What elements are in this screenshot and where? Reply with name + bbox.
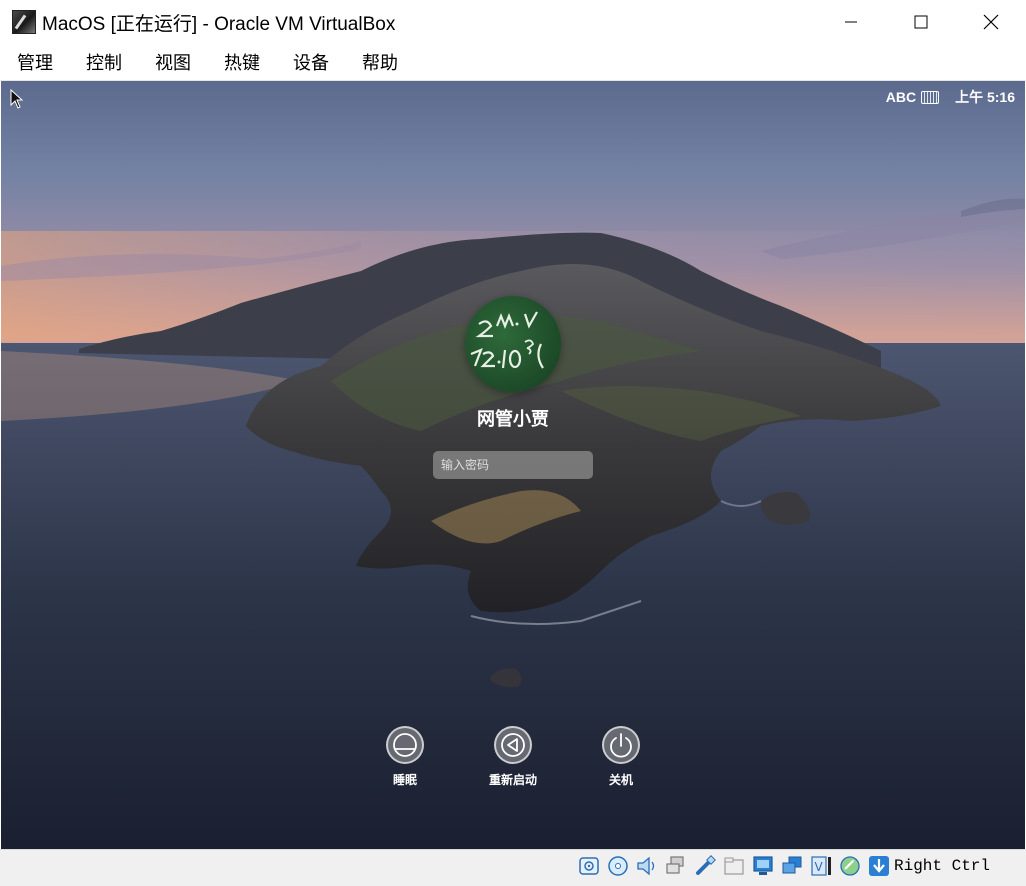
menu-item-help[interactable]: 帮助 (345, 49, 414, 75)
vm-screen[interactable]: ABC 上午 5:16 网管小贾 睡眠 重新启动 关机 (1, 81, 1025, 849)
menu-item-devices[interactable]: 设备 (276, 49, 345, 75)
window-title: MacOS [正在运行] - Oracle VM VirtualBox (42, 13, 396, 35)
restart-icon (501, 733, 525, 757)
shared-folders-icon[interactable] (723, 855, 745, 877)
input-source-label[interactable]: ABC (886, 89, 916, 105)
chalkboard-avatar-image (470, 311, 544, 369)
menu-item-view[interactable]: 视图 (138, 49, 207, 75)
menu-bar: 管理 控制 视图 热键 设备 帮助 (0, 44, 1026, 81)
optical-drive-icon[interactable] (607, 855, 629, 877)
shutdown-button[interactable]: 关机 (576, 726, 666, 788)
cpu-virtualization-icon[interactable]: V (810, 855, 832, 877)
sleep-circle[interactable] (386, 726, 424, 764)
restart-button[interactable]: 重新启动 (468, 726, 558, 788)
minimize-button[interactable] (816, 0, 886, 44)
keyboard-icon[interactable] (921, 90, 940, 104)
window-controls (816, 0, 1026, 44)
menu-item-control[interactable]: 控制 (69, 49, 138, 75)
clock-label: 上午 5:16 (955, 89, 1015, 105)
password-input[interactable] (433, 451, 593, 479)
mouse-pointer-icon (10, 89, 24, 109)
svg-text:V: V (814, 860, 823, 874)
menu-item-hotkeys[interactable]: 热键 (207, 49, 276, 75)
host-key-label: Right Ctrl (893, 857, 990, 875)
close-button[interactable] (956, 0, 1026, 44)
maximize-icon (914, 15, 928, 29)
device-indicators: V Right Ctrl (571, 855, 990, 877)
sleep-icon (393, 733, 417, 757)
sleep-button[interactable]: 睡眠 (360, 726, 450, 788)
keyboard-capture-icon[interactable] (868, 855, 890, 877)
network-icon[interactable] (665, 855, 687, 877)
recording-icon[interactable] (781, 855, 803, 877)
restart-label: 重新启动 (488, 773, 537, 787)
display-icon[interactable] (752, 855, 774, 877)
maximize-button[interactable] (886, 0, 956, 44)
hard-disk-icon[interactable] (578, 855, 600, 877)
usb-icon[interactable] (694, 855, 716, 877)
username-label: 网管小贾 (477, 409, 549, 429)
sleep-label: 睡眠 (392, 773, 417, 787)
audio-icon[interactable] (636, 855, 658, 877)
menu-item-manage[interactable]: 管理 (0, 49, 69, 75)
restart-circle[interactable] (494, 726, 532, 764)
virtualbox-app-icon (12, 10, 36, 34)
shutdown-label: 关机 (608, 773, 633, 787)
mouse-integration-icon[interactable] (839, 855, 861, 877)
shutdown-icon (610, 733, 632, 758)
user-avatar[interactable] (465, 296, 561, 392)
macos-status-area: ABC 上午 5:16 (886, 87, 1015, 107)
minimize-icon (845, 21, 857, 23)
title-bar: MacOS [正在运行] - Oracle VM VirtualBox (0, 0, 1026, 44)
shutdown-circle[interactable] (602, 726, 640, 764)
close-icon (983, 14, 999, 30)
vm-status-bar: V Right Ctrl (0, 849, 1026, 886)
